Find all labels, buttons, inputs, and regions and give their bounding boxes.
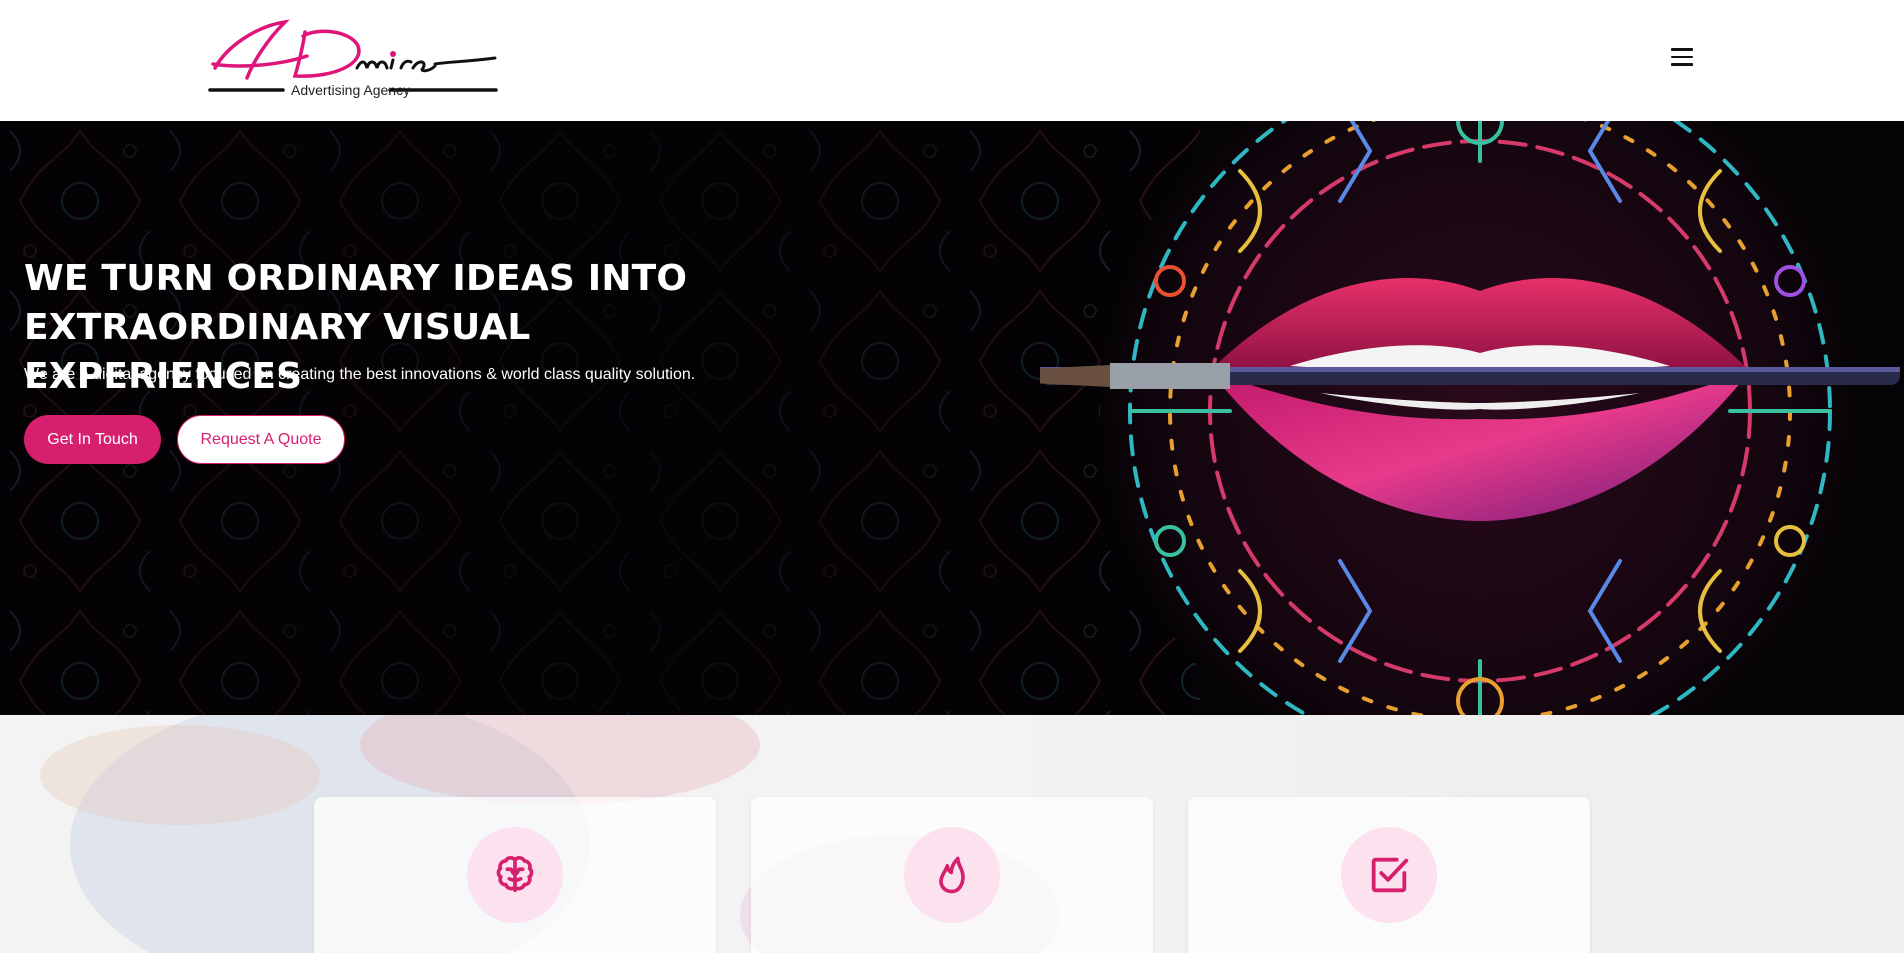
hero-mandala-lips-image bbox=[1040, 121, 1900, 715]
checkbox-icon bbox=[1371, 857, 1409, 893]
feature-card-2 bbox=[751, 797, 1153, 953]
hero-title-line-1: WE TURN ORDINARY IDEAS INTO bbox=[24, 258, 688, 299]
hero-pattern-background bbox=[0, 121, 1200, 715]
flame-icon bbox=[939, 856, 965, 894]
logo[interactable]: Advertising Agency bbox=[207, 16, 499, 102]
hero-title-line-2: EXTRAORDINARY VISUAL EXPERIENCES bbox=[24, 307, 531, 397]
hero-section: WE TURN ORDINARY IDEAS INTO EXTRAORDINAR… bbox=[0, 121, 1904, 715]
features-section bbox=[0, 715, 1904, 953]
site-header: Advertising Agency bbox=[0, 0, 1904, 121]
get-in-touch-button[interactable]: Get In Touch bbox=[24, 415, 161, 464]
feature-icon-circle bbox=[467, 827, 563, 923]
feature-card-3 bbox=[1188, 797, 1590, 953]
feature-icon-circle bbox=[904, 827, 1000, 923]
hamburger-icon bbox=[1666, 48, 1698, 66]
feature-card-1 bbox=[314, 797, 716, 953]
logo-tagline: Advertising Agency bbox=[291, 82, 411, 98]
hamburger-menu-button[interactable] bbox=[1666, 43, 1698, 73]
feature-icon-circle bbox=[1341, 827, 1437, 923]
brain-icon bbox=[496, 856, 534, 893]
request-quote-button[interactable]: Request A Quote bbox=[177, 415, 345, 464]
hero-subtitle: We are a digital agency focused on creat… bbox=[24, 366, 696, 383]
